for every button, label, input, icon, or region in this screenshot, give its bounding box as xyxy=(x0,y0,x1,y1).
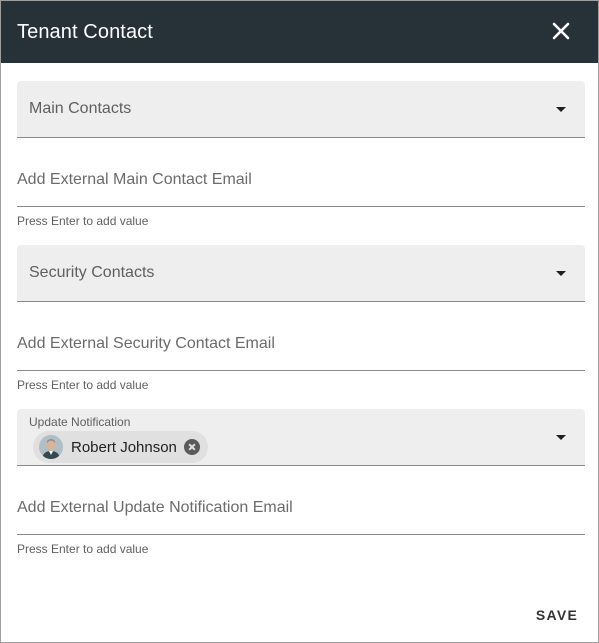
contact-chip-label: Robert Johnson xyxy=(71,438,177,456)
save-button[interactable]: SAVE xyxy=(525,599,589,631)
close-button[interactable] xyxy=(546,16,576,46)
external-security-contact-hint: Press Enter to add value xyxy=(17,378,149,392)
external-main-contact-input[interactable] xyxy=(17,167,585,193)
external-security-contact-input[interactable] xyxy=(17,331,585,357)
tenant-contact-dialog: Tenant Contact Main Contacts Press Enter… xyxy=(0,0,599,643)
contact-chip[interactable]: Robert Johnson xyxy=(33,431,208,463)
external-update-notification-hint: Press Enter to add value xyxy=(17,542,149,556)
dialog-header: Tenant Contact xyxy=(1,1,598,63)
security-contacts-label: Security Contacts xyxy=(29,264,155,281)
close-icon xyxy=(552,22,570,40)
external-main-contact-hint: Press Enter to add value xyxy=(17,214,149,228)
external-update-notification-field xyxy=(17,481,585,535)
dropdown-caret-icon xyxy=(556,107,566,112)
update-notification-select[interactable]: Update Notification Robert Johnson xyxy=(17,409,585,466)
update-notification-label: Update Notification xyxy=(29,415,131,429)
external-security-contact-field xyxy=(17,317,585,371)
remove-chip-icon[interactable] xyxy=(183,439,200,455)
external-main-contact-field xyxy=(17,153,585,207)
dialog-title: Tenant Contact xyxy=(17,21,153,43)
dropdown-caret-icon xyxy=(556,271,566,276)
main-contacts-label: Main Contacts xyxy=(29,100,132,117)
dropdown-caret-icon xyxy=(556,435,566,440)
main-contacts-select[interactable]: Main Contacts xyxy=(17,81,585,138)
external-update-notification-input[interactable] xyxy=(17,495,585,521)
security-contacts-select[interactable]: Security Contacts xyxy=(17,245,585,302)
user-avatar-icon xyxy=(39,435,63,459)
